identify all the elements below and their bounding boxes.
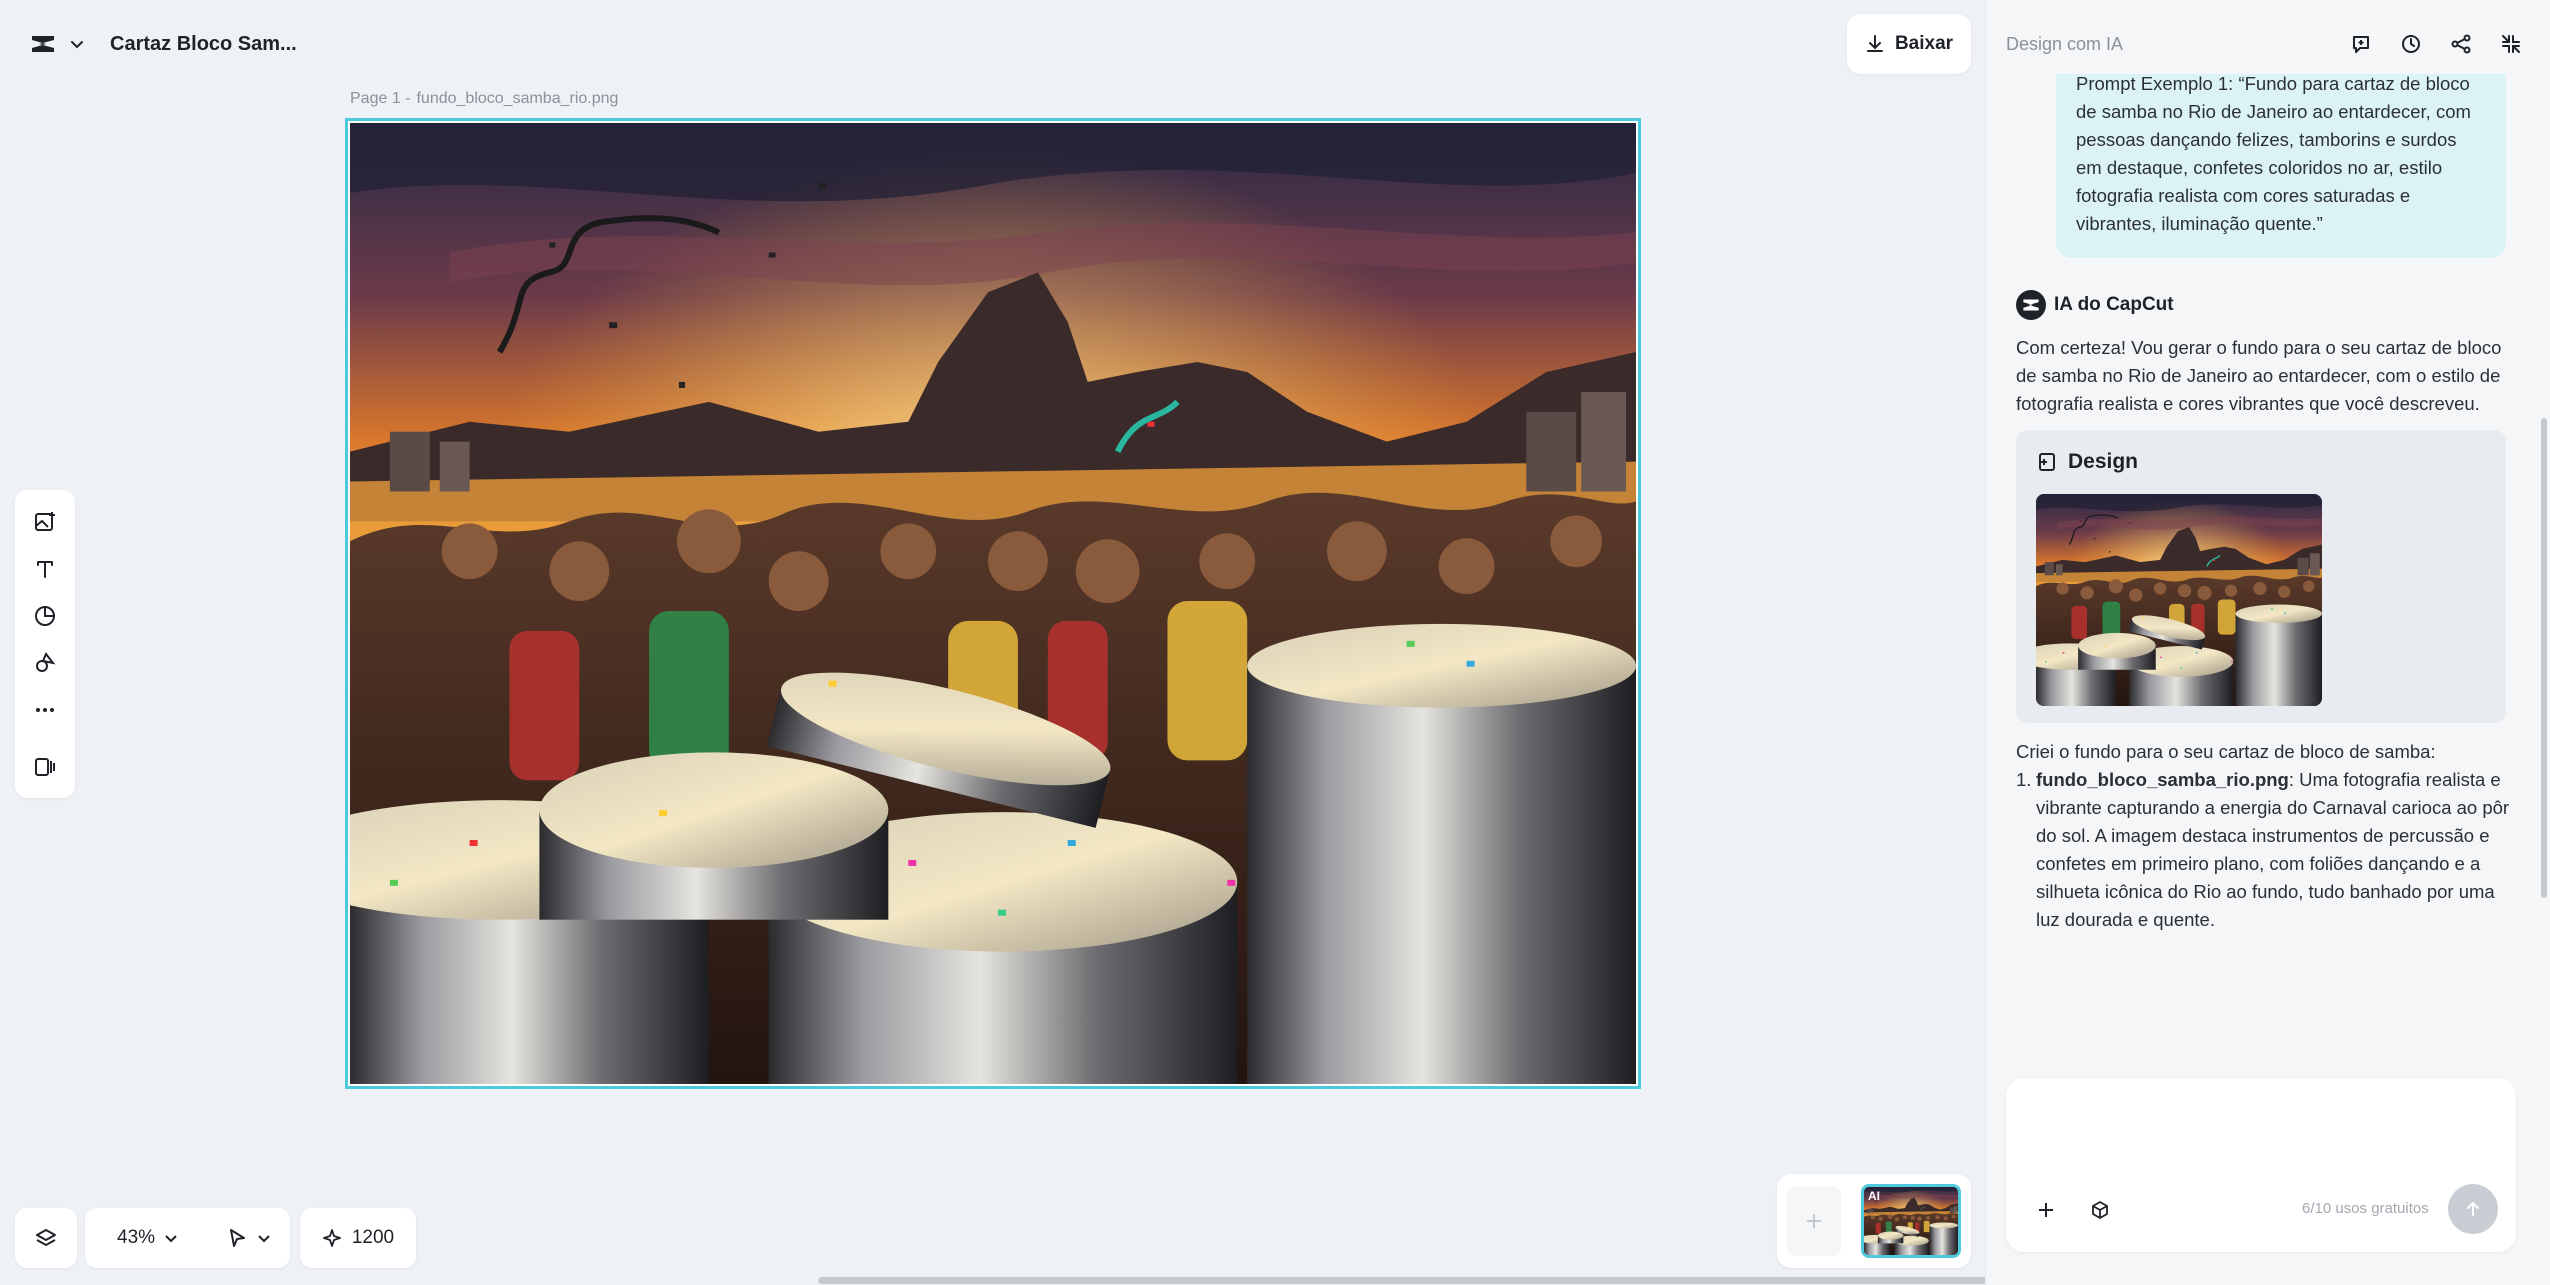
layers-icon <box>34 1226 58 1250</box>
design-card-title: Design <box>2068 450 2139 473</box>
download-icon <box>1865 34 1885 54</box>
capcut-logo-icon <box>28 29 58 59</box>
add-page-button[interactable] <box>1787 1186 1841 1256</box>
project-title[interactable]: Cartaz Bloco Sam... <box>110 33 297 56</box>
result-list-item: 1. fundo_bloco_samba_rio.png: Uma fotogr… <box>2016 766 2516 934</box>
result-number: 1. <box>2016 769 2032 790</box>
design-card-header: Design <box>2036 450 2138 474</box>
design-result-card[interactable]: Design <box>2016 430 2506 723</box>
capcut-avatar-icon <box>2016 290 2046 320</box>
ai-name: IA do CapCut <box>2054 294 2174 315</box>
share-icon[interactable] <box>2441 24 2481 64</box>
add-image-tool[interactable] <box>25 502 65 542</box>
page-thumbnail[interactable]: AI <box>1861 1184 1961 1258</box>
zoom-chevron-icon[interactable] <box>163 1230 179 1246</box>
credits-count: 1200 <box>351 1227 395 1248</box>
pointer-icon[interactable] <box>226 1227 248 1249</box>
chat-area[interactable]: Prompt Exemplo 1: “Fundo para cartaz de … <box>1986 74 2550 1074</box>
tool-rail <box>15 490 75 798</box>
arrow-up-icon <box>2467 1201 2479 1216</box>
ai-message-header: IA do CapCut <box>2016 290 2174 320</box>
usage-counter: 6/10 usos gratuitos <box>2302 1200 2429 1217</box>
canvas-image[interactable] <box>345 118 1641 1089</box>
panel-title: Design com IA <box>2006 33 2124 54</box>
result-file-name: fundo_bloco_samba_rio.png <box>2036 769 2289 790</box>
cube-icon[interactable] <box>2082 1192 2118 1228</box>
attach-plus-icon[interactable] <box>2028 1192 2064 1228</box>
panel-header: Design com IA <box>1986 14 2550 74</box>
credits-button[interactable]: 1200 <box>300 1208 416 1268</box>
new-chat-icon[interactable] <box>2341 24 2381 64</box>
history-icon[interactable] <box>2391 24 2431 64</box>
design-thumbnail[interactable] <box>2036 494 2322 706</box>
horizontal-scrollbar[interactable] <box>818 1277 1994 1284</box>
zoom-level[interactable]: 43% <box>117 1227 155 1249</box>
plus-icon <box>1802 1209 1826 1233</box>
download-button[interactable]: Baixar <box>1847 14 1971 74</box>
sparkle-icon <box>322 1228 342 1248</box>
layout-tool[interactable] <box>25 747 65 787</box>
pointer-chevron-icon[interactable] <box>256 1230 272 1246</box>
user-message: Prompt Exemplo 1: “Fundo para cartaz de … <box>2056 74 2506 258</box>
page-number: Page 1 - <box>350 90 411 107</box>
zoom-controls: 43% <box>85 1208 290 1268</box>
download-label: Baixar <box>1894 33 1954 54</box>
page-file-name: fundo_bloco_samba_rio.png <box>416 90 619 107</box>
page-thumbnails: AI <box>1777 1174 1971 1268</box>
image-plus-icon <box>33 510 57 534</box>
design-file-icon <box>2036 451 2058 473</box>
collapse-icon[interactable] <box>2491 24 2531 64</box>
ai-message: Com certeza! Vou gerar o fundo para o se… <box>2016 337 2502 414</box>
shapes-icon <box>33 651 57 675</box>
shapes-tool[interactable] <box>25 643 65 683</box>
text-icon <box>33 557 57 581</box>
chat-input[interactable] <box>2024 1094 2494 1174</box>
text-tool[interactable] <box>25 549 65 589</box>
samba-scene-image <box>350 123 1636 1084</box>
result-body: fundo_bloco_samba_rio.png: Uma fotografi… <box>2036 766 2516 934</box>
layers-button[interactable] <box>15 1208 77 1268</box>
chevron-down-icon <box>68 35 86 53</box>
send-button[interactable] <box>2448 1184 2498 1234</box>
panel-layout-icon <box>33 755 57 779</box>
page-label: Page 1 - fundo_bloco_samba_rio.png <box>350 90 618 108</box>
chat-input-box: 6/10 usos gratuitos <box>2006 1078 2516 1252</box>
result-intro: Criei o fundo para o seu cartaz de bloco… <box>2016 741 2436 762</box>
more-tool[interactable] <box>25 690 65 730</box>
sticker-tool[interactable] <box>25 596 65 636</box>
more-dots-icon <box>33 698 57 722</box>
project-menu[interactable]: Cartaz Bloco Sam... <box>14 14 311 74</box>
ai-badge: AI <box>1868 1189 1880 1203</box>
result-description: : Uma fotografia realista e vibrante cap… <box>2036 769 2510 930</box>
sticker-icon <box>33 604 57 628</box>
panel-scrollbar[interactable] <box>2541 418 2547 898</box>
